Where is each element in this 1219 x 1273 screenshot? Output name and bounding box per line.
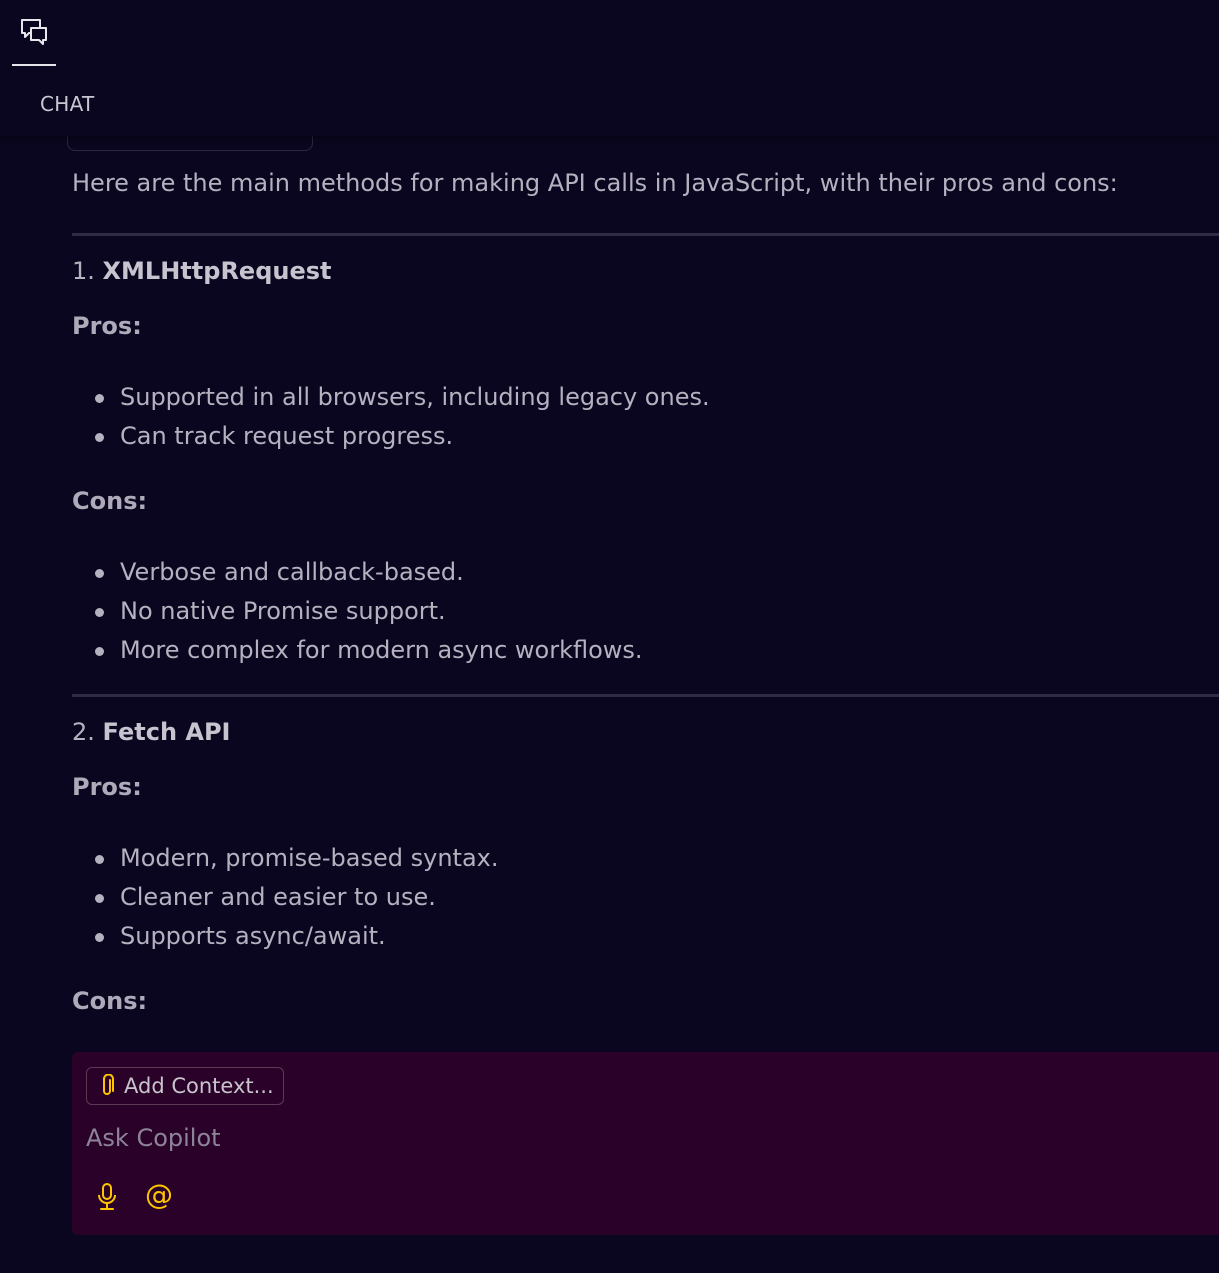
tab-chat[interactable] bbox=[12, 10, 56, 66]
paperclip-icon bbox=[103, 1074, 114, 1095]
section-number: 1. bbox=[72, 257, 95, 285]
add-context-button[interactable]: Add Context... bbox=[86, 1067, 284, 1105]
chat-icon bbox=[21, 19, 47, 45]
chat-input-panel: Add Context... @ bbox=[72, 1052, 1219, 1235]
section-number: 2. bbox=[72, 718, 95, 746]
mention-button[interactable]: @ bbox=[145, 1178, 173, 1211]
panel-title: CHAT bbox=[40, 92, 95, 116]
message-intro: Here are the main methods for making API… bbox=[72, 169, 1118, 197]
list-item: More complex for modern async workflows. bbox=[72, 631, 643, 670]
cons-list: Verbose and callback-based. No native Pr… bbox=[72, 553, 643, 670]
add-context-label: Add Context... bbox=[124, 1074, 274, 1098]
pros-label: Pros: bbox=[72, 312, 142, 340]
cons-label: Cons: bbox=[72, 487, 148, 515]
chat-header: CHAT bbox=[0, 0, 1219, 136]
list-item: Supported in all browsers, including leg… bbox=[72, 378, 710, 417]
pros-label: Pros: bbox=[72, 773, 142, 801]
list-item: No native Promise support. bbox=[72, 592, 643, 631]
section-heading: 1. XMLHttpRequest bbox=[72, 252, 332, 291]
ask-copilot-input[interactable] bbox=[86, 1124, 1186, 1152]
pros-list: Modern, promise-based syntax. Cleaner an… bbox=[72, 839, 498, 956]
divider bbox=[72, 233, 1219, 236]
list-item: Verbose and callback-based. bbox=[72, 553, 643, 592]
list-item: Supports async/await. bbox=[72, 917, 498, 956]
section-title: XMLHttpRequest bbox=[102, 257, 332, 285]
cons-label: Cons: bbox=[72, 987, 148, 1015]
list-item: Can track request progress. bbox=[72, 417, 710, 456]
microphone-icon[interactable] bbox=[96, 1182, 118, 1212]
section-title: Fetch API bbox=[102, 718, 231, 746]
divider bbox=[72, 694, 1219, 697]
pros-list: Supported in all browsers, including leg… bbox=[72, 378, 710, 456]
list-item: Modern, promise-based syntax. bbox=[72, 839, 498, 878]
list-item: Cleaner and easier to use. bbox=[72, 878, 498, 917]
section-heading: 2. Fetch API bbox=[72, 713, 230, 752]
